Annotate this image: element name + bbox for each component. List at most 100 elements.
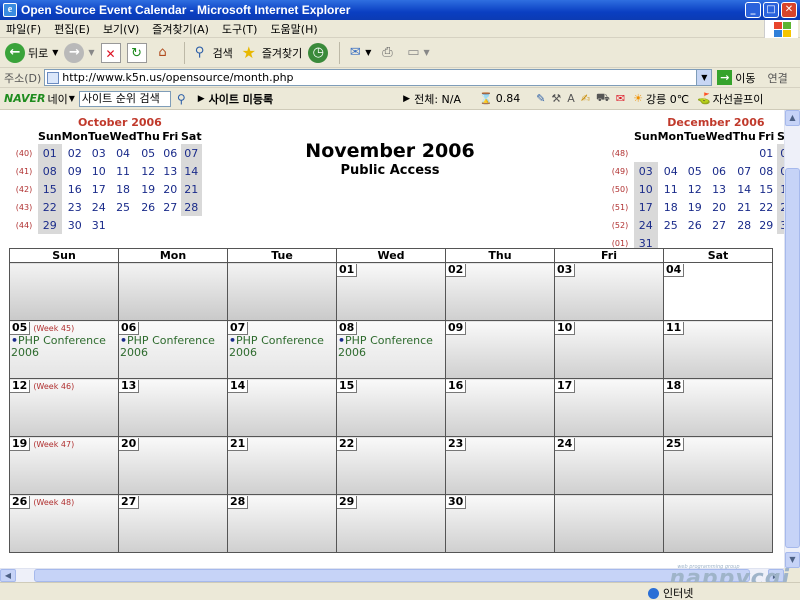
week-number[interactable]: (49) (606, 162, 634, 180)
day-number[interactable]: 17 (555, 380, 576, 393)
mini-day-link[interactable]: 20 (706, 198, 733, 216)
menu-tools[interactable]: 도구(T) (222, 21, 258, 37)
mini-day-link[interactable]: 19 (137, 180, 160, 198)
mail-button[interactable]: ✉ ▼ (345, 41, 372, 65)
mini-day-link[interactable]: 18 (658, 198, 684, 216)
mini-next-title[interactable]: December 2006 (634, 116, 798, 129)
mini-day-link[interactable]: 17 (634, 198, 658, 216)
day-cell[interactable]: 28 (227, 494, 337, 553)
mini-day-link[interactable]: 29 (756, 216, 777, 234)
week-number[interactable]: (51) (606, 198, 634, 216)
day-cell[interactable]: 27 (118, 494, 228, 553)
day-cell[interactable]: 12 (Week 46) (9, 378, 119, 437)
mini-day-link[interactable]: 10 (634, 180, 658, 198)
mini-day-link[interactable]: 08 (756, 162, 777, 180)
day-number[interactable]: 18 (664, 380, 685, 393)
search-button[interactable]: ⚲ 검색 (190, 41, 233, 65)
naver-search-input[interactable]: 사이트 순위 검색 (78, 90, 171, 107)
mini-day-link[interactable]: 14 (733, 180, 756, 198)
day-number[interactable]: 27 (119, 496, 140, 509)
day-number[interactable]: 13 (119, 380, 140, 393)
day-number[interactable]: 26 (10, 496, 31, 509)
links-button[interactable]: 연결 (768, 70, 788, 86)
menu-view[interactable]: 보기(V) (103, 21, 139, 37)
mini-day-link[interactable]: 05 (684, 162, 706, 180)
week-number[interactable]: (52) (606, 216, 634, 234)
week-number[interactable]: (42) (10, 180, 38, 198)
scroll-left-icon[interactable]: ◀ (0, 569, 16, 582)
horizontal-scrollbar[interactable]: ◀ ▶ (0, 568, 784, 582)
scroll-up-icon[interactable]: ▲ (785, 110, 800, 126)
mini-day-link[interactable]: 14 (180, 162, 202, 180)
week-number[interactable]: (44) (10, 216, 38, 234)
mini-day-link[interactable]: 24 (634, 216, 658, 234)
mini-day-link[interactable]: 01 (38, 144, 62, 162)
menu-help[interactable]: 도움말(H) (270, 21, 317, 37)
day-number[interactable]: 24 (555, 438, 576, 451)
address-input[interactable]: http://www.k5n.us/opensource/month.php ▼ (44, 69, 713, 86)
day-number[interactable]: 03 (555, 264, 576, 277)
refresh-button[interactable]: ↻ (126, 41, 147, 65)
mini-day-link[interactable]: 24 (88, 198, 110, 216)
mini-day-link[interactable]: 15 (38, 180, 62, 198)
mini-day-link[interactable]: 20 (160, 180, 181, 198)
week-label[interactable]: (Week 47) (33, 440, 74, 449)
mini-day-link[interactable]: 25 (658, 216, 684, 234)
day-number[interactable]: 22 (337, 438, 358, 451)
event-link[interactable]: •PHP Conference 2006 (228, 335, 336, 359)
day-cell[interactable]: 23 (445, 436, 555, 495)
day-cell[interactable]: 10 (554, 320, 664, 379)
naver-menu[interactable]: 네이 (47, 91, 67, 107)
mini-day-link[interactable]: 09 (62, 162, 88, 180)
day-cell[interactable]: 30 (445, 494, 555, 553)
day-cell[interactable]: 25 (663, 436, 773, 495)
day-cell[interactable]: 26 (Week 48) (9, 494, 119, 553)
day-cell[interactable]: 07 •PHP Conference 2006 (227, 320, 337, 379)
event-link[interactable]: •PHP Conference 2006 (337, 335, 445, 359)
mini-day-link[interactable]: 04 (658, 162, 684, 180)
mini-day-link[interactable]: 19 (684, 198, 706, 216)
mini-day-link[interactable]: 21 (180, 180, 202, 198)
mini-day-link[interactable]: 31 (88, 216, 110, 234)
vertical-scroll-thumb[interactable] (785, 168, 800, 548)
day-number[interactable]: 16 (446, 380, 467, 393)
mini-day-link[interactable]: 23 (62, 198, 88, 216)
day-cell[interactable]: 01 (336, 262, 446, 321)
mini-day-link[interactable]: 06 (706, 162, 733, 180)
mini-day-link[interactable]: 27 (160, 198, 181, 216)
mini-day-link[interactable]: 11 (658, 180, 684, 198)
mini-prev-title[interactable]: October 2006 (38, 116, 202, 129)
go-button[interactable]: → 이동 (717, 70, 756, 86)
mini-day-link[interactable]: 15 (756, 180, 777, 198)
mini-day-link[interactable]: 17 (88, 180, 110, 198)
search-icon[interactable]: ⚲ (177, 92, 186, 106)
day-cell[interactable]: 24 (554, 436, 664, 495)
mini-day-link[interactable]: 13 (160, 162, 181, 180)
close-button[interactable]: ✕ (781, 2, 797, 18)
week-label[interactable]: (Week 48) (33, 498, 74, 507)
day-number[interactable]: 14 (228, 380, 249, 393)
mini-day-link[interactable]: 04 (110, 144, 137, 162)
cart-icon[interactable]: ⛟ (596, 91, 610, 106)
mini-day-link[interactable]: 03 (88, 144, 110, 162)
mini-day-link[interactable]: 22 (756, 198, 777, 216)
history-button[interactable]: ◷ (308, 41, 329, 65)
day-number[interactable]: 21 (228, 438, 249, 451)
favorites-button[interactable]: ★ 즐겨찾기 (239, 41, 303, 65)
event-link[interactable]: •PHP Conference 2006 (119, 335, 227, 359)
day-cell[interactable]: 29 (336, 494, 446, 553)
weather-text[interactable]: 강릉 0℃ (646, 91, 689, 107)
mini-day-link[interactable]: 05 (137, 144, 160, 162)
day-cell[interactable]: 02 (445, 262, 555, 321)
maximize-button[interactable]: □ (763, 2, 779, 18)
day-cell[interactable]: 22 (336, 436, 446, 495)
day-cell[interactable]: 14 (227, 378, 337, 437)
mini-day-link[interactable]: 06 (160, 144, 181, 162)
day-cell[interactable]: 15 (336, 378, 446, 437)
day-number[interactable]: 10 (555, 322, 576, 335)
home-button[interactable]: ⌂ (153, 41, 173, 65)
day-number[interactable]: 25 (664, 438, 685, 451)
tool-icon[interactable]: ⚒ (551, 92, 561, 105)
day-cell[interactable]: 06 •PHP Conference 2006 (118, 320, 228, 379)
mini-day-link[interactable]: 10 (88, 162, 110, 180)
